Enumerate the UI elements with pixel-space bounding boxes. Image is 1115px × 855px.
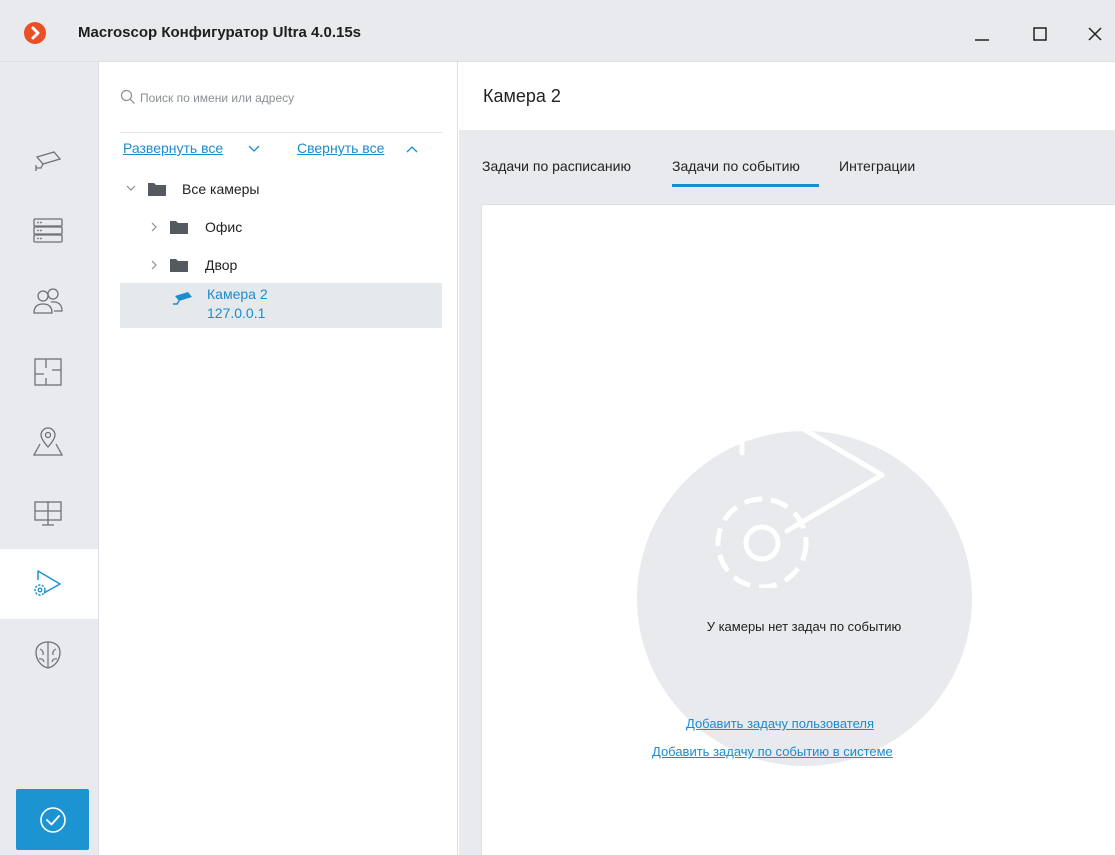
folder-icon [148, 183, 166, 196]
main-header: Камера 2 [459, 62, 1115, 130]
chevron-right-icon [151, 260, 157, 270]
minimize-button[interactable] [962, 14, 1002, 54]
folder-icon [170, 221, 188, 234]
camera-icon [173, 292, 192, 305]
rail-item-maps[interactable] [0, 407, 98, 477]
tasks-icon [34, 570, 61, 596]
tree-node-label: Двор [205, 257, 238, 273]
search-divider [120, 132, 442, 133]
tree-node-all-cameras[interactable]: Все камеры [120, 174, 442, 204]
minimize-icon [975, 39, 989, 41]
rail-item-monitors[interactable] [0, 478, 98, 548]
maximize-button[interactable] [1020, 14, 1060, 54]
add-system-event-task-link[interactable]: Добавить задачу по событию в системе [652, 744, 893, 759]
close-button[interactable] [1075, 14, 1115, 54]
maximize-icon [1033, 27, 1047, 41]
brain-icon [35, 641, 61, 669]
rail-item-tasks[interactable] [0, 549, 98, 619]
tab-scheduled-tasks[interactable]: Задачи по расписанию [482, 158, 631, 174]
search-box [120, 84, 442, 112]
collapse-all-link[interactable]: Свернуть все [297, 140, 384, 156]
tree-node-camera-selected[interactable]: Камера 2 127.0.0.1 [120, 283, 442, 328]
camera-icon [35, 151, 62, 171]
camera-tree-panel: Развернуть все Свернуть все Все камеры О… [100, 62, 458, 855]
tree-node-label: Офис [205, 219, 243, 235]
camera-address: 127.0.0.1 [207, 305, 266, 321]
camera-name: Камера 2 [207, 286, 268, 302]
close-icon [1088, 27, 1102, 41]
map-pin-icon [32, 427, 64, 456]
nav-rail [0, 62, 99, 855]
rail-item-layouts[interactable] [0, 337, 98, 407]
expand-all-link[interactable]: Развернуть все [123, 140, 223, 156]
chevron-down-icon [126, 185, 136, 191]
event-task-empty-icon [715, 390, 885, 588]
apply-button[interactable] [16, 789, 89, 850]
page-title: Камера 2 [483, 86, 561, 106]
rail-item-servers[interactable] [0, 196, 98, 266]
title-bar: Macroscop Конфигуратор Ultra 4.0.15s [0, 0, 1115, 62]
server-icon [33, 218, 63, 243]
app-logo-icon [24, 22, 46, 44]
chevron-up-icon [406, 146, 418, 153]
chevron-right-icon [151, 222, 157, 232]
add-user-task-link[interactable]: Добавить задачу пользователя [686, 716, 874, 731]
active-tab-indicator [672, 184, 819, 187]
rail-item-ai[interactable] [0, 620, 98, 690]
tab-event-tasks[interactable]: Задачи по событию [672, 158, 800, 174]
check-circle-icon [40, 807, 66, 833]
rail-item-users[interactable] [0, 267, 98, 337]
empty-state-message: У камеры нет задач по событию [706, 619, 902, 634]
tree-node-folder[interactable]: Двор [120, 250, 442, 280]
main-panel: Камера 2 Задачи по расписанию Задачи по … [459, 62, 1115, 855]
folder-icon [170, 259, 188, 272]
tab-integrations[interactable]: Интеграции [839, 158, 915, 174]
rail-item-cameras[interactable] [0, 127, 98, 197]
layout-plan-icon [34, 358, 62, 386]
tree-node-label: Все камеры [182, 181, 260, 197]
users-icon [33, 288, 63, 314]
search-input[interactable] [140, 84, 440, 112]
search-icon [120, 89, 135, 104]
tree-node-folder[interactable]: Офис [120, 212, 442, 242]
window-title: Macroscop Конфигуратор Ultra 4.0.15s [78, 24, 362, 41]
event-tasks-card: У камеры нет задач по событию Добавить з… [481, 204, 1115, 855]
monitor-grid-icon [34, 501, 62, 526]
chevron-down-icon [248, 145, 260, 152]
